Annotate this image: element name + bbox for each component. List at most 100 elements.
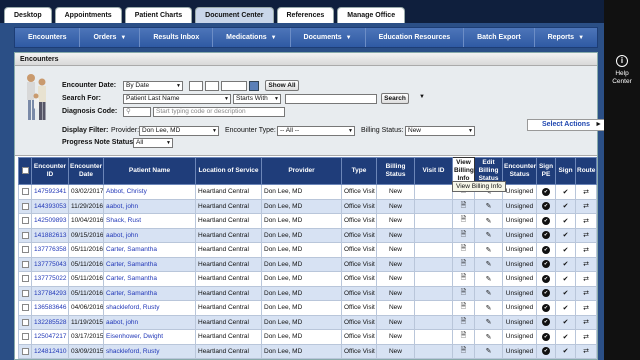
encounter-id-link[interactable]: 132285528	[31, 314, 69, 330]
sign-check-icon[interactable]: ✔	[555, 271, 576, 287]
column-header-encounter-status[interactable]: Encounter Status	[502, 157, 537, 185]
edit-billing-icon[interactable]: ✎	[474, 271, 503, 287]
tab-patient-charts[interactable]: Patient Charts	[124, 7, 193, 23]
column-header-type[interactable]: Type	[341, 157, 377, 185]
column-header-sign[interactable]: Sign	[555, 157, 576, 185]
sign-check-icon[interactable]: ✔	[555, 242, 576, 258]
row-checkbox[interactable]	[18, 198, 32, 214]
sign-pe-icon[interactable]: ✔	[536, 184, 556, 200]
edit-billing-icon[interactable]: ✎	[474, 227, 503, 243]
menu-documents[interactable]: Documents ▼	[291, 28, 366, 47]
view-billing-icon[interactable]: 🗎	[452, 300, 475, 316]
patient-name-link[interactable]: shackleford, Rusty	[103, 343, 196, 359]
sign-check-icon[interactable]: ✔	[555, 343, 576, 359]
patient-name-link[interactable]: Shack, Rust	[103, 213, 196, 229]
route-arrows-icon[interactable]: ⇄	[575, 285, 597, 301]
row-checkbox[interactable]	[18, 343, 32, 359]
search-for-select[interactable]: Patient Last Name ▼	[123, 94, 231, 104]
tab-appointments[interactable]: Appointments	[54, 7, 122, 23]
route-arrows-icon[interactable]: ⇄	[575, 227, 597, 243]
view-billing-icon[interactable]: 🗎	[452, 314, 475, 330]
view-billing-icon[interactable]: 🗎	[452, 329, 475, 345]
route-arrows-icon[interactable]: ⇄	[575, 343, 597, 359]
sign-pe-icon[interactable]: ✔	[536, 213, 556, 229]
sign-pe-icon[interactable]: ✔	[536, 227, 556, 243]
sign-pe-icon[interactable]: ✔	[536, 198, 556, 214]
edit-billing-icon[interactable]: ✎	[474, 256, 503, 272]
encounter-id-link[interactable]: 137776358	[31, 242, 69, 258]
select-actions-button[interactable]: Select Actions ►	[527, 119, 607, 131]
column-header-route[interactable]: Route	[575, 157, 597, 185]
sign-check-icon[interactable]: ✔	[555, 198, 576, 214]
route-arrows-icon[interactable]: ⇄	[575, 198, 597, 214]
row-checkbox[interactable]	[18, 285, 32, 301]
billing-status-select[interactable]: New ▼	[405, 126, 475, 136]
encounter-id-link[interactable]: 141882613	[31, 227, 69, 243]
patient-name-link[interactable]: aabot, john	[103, 314, 196, 330]
row-checkbox[interactable]	[18, 227, 32, 243]
search-text-input[interactable]	[285, 94, 377, 104]
show-all-button[interactable]: Show All	[265, 80, 299, 91]
route-arrows-icon[interactable]: ⇄	[575, 314, 597, 330]
starts-with-select[interactable]: Starts With ▼	[233, 94, 281, 104]
tab-manage-office[interactable]: Manage Office	[337, 7, 406, 23]
sign-pe-icon[interactable]: ✔	[536, 242, 556, 258]
sign-check-icon[interactable]: ✔	[555, 184, 576, 200]
row-checkbox[interactable]	[18, 242, 32, 258]
encounter-id-link[interactable]: 144393053	[31, 198, 69, 214]
column-header-encounter-date[interactable]: Encounter Date	[68, 157, 104, 185]
sign-pe-icon[interactable]: ✔	[536, 314, 556, 330]
menu-results-inbox[interactable]: Results Inbox	[140, 28, 214, 47]
edit-billing-icon[interactable]: ✎	[474, 314, 503, 330]
menu-encounters[interactable]: Encounters	[15, 28, 81, 47]
encounter-id-link[interactable]: 142509893	[31, 213, 69, 229]
dropdown-arrow-icon[interactable]: ▼	[419, 94, 425, 100]
diagnosis-search-box[interactable]: ⚲	[123, 107, 151, 117]
column-header-encounter-id[interactable]: Encounter ID	[31, 157, 69, 185]
encounter-type-select[interactable]: -- All -- ▼	[277, 126, 355, 136]
patient-name-link[interactable]: Carter, Samantha	[103, 285, 196, 301]
calendar-icon[interactable]	[249, 81, 259, 91]
sign-pe-icon[interactable]: ✔	[536, 271, 556, 287]
encounter-id-link[interactable]: 137775022	[31, 271, 69, 287]
encounter-id-link[interactable]: 136583646	[31, 300, 69, 316]
sign-pe-icon[interactable]: ✔	[536, 256, 556, 272]
patient-name-link[interactable]: aabot, john	[103, 227, 196, 243]
patient-name-link[interactable]: Carter, Samantha	[103, 242, 196, 258]
column-header-sign-pe[interactable]: Sign PE	[536, 157, 556, 185]
view-billing-icon[interactable]: 🗎	[452, 256, 475, 272]
route-arrows-icon[interactable]: ⇄	[575, 242, 597, 258]
sign-pe-icon[interactable]: ✔	[536, 343, 556, 359]
patient-name-link[interactable]: Carter, Samantha	[103, 256, 196, 272]
diagnosis-input[interactable]: Start typing code or description	[153, 107, 285, 117]
help-center-button[interactable]: i Help Center	[609, 55, 635, 93]
patient-name-link[interactable]: Carter, Samantha	[103, 271, 196, 287]
patient-name-link[interactable]: aabot, john	[103, 198, 196, 214]
route-arrows-icon[interactable]: ⇄	[575, 329, 597, 345]
progress-note-select[interactable]: All ▼	[133, 138, 173, 148]
edit-billing-icon[interactable]: ✎	[474, 343, 503, 359]
sign-check-icon[interactable]: ✔	[555, 314, 576, 330]
encounter-id-link[interactable]: 125047217	[31, 329, 69, 345]
select-all-checkbox[interactable]	[18, 157, 32, 185]
sign-check-icon[interactable]: ✔	[555, 300, 576, 316]
column-header-patient-name[interactable]: Patient Name	[103, 157, 196, 185]
encounter-id-link[interactable]: 147592341	[31, 184, 69, 200]
sign-check-icon[interactable]: ✔	[555, 213, 576, 229]
view-billing-icon[interactable]: 🗎	[452, 198, 475, 214]
patient-name-link[interactable]: Eisenhower, Dwight	[103, 329, 196, 345]
edit-billing-icon[interactable]: ✎	[474, 285, 503, 301]
route-arrows-icon[interactable]: ⇄	[575, 213, 597, 229]
row-checkbox[interactable]	[18, 300, 32, 316]
encounter-date-select[interactable]: By Date ▼	[123, 81, 183, 91]
route-arrows-icon[interactable]: ⇄	[575, 271, 597, 287]
menu-batch-export[interactable]: Batch Export	[464, 28, 535, 47]
sign-check-icon[interactable]: ✔	[555, 329, 576, 345]
edit-billing-icon[interactable]: ✎	[474, 198, 503, 214]
row-checkbox[interactable]	[18, 271, 32, 287]
sign-check-icon[interactable]: ✔	[555, 285, 576, 301]
column-header-provider[interactable]: Provider	[261, 157, 342, 185]
provider-select[interactable]: Don Lee, MD ▼	[139, 126, 219, 136]
row-checkbox[interactable]	[18, 256, 32, 272]
view-billing-icon[interactable]: 🗎	[452, 285, 475, 301]
